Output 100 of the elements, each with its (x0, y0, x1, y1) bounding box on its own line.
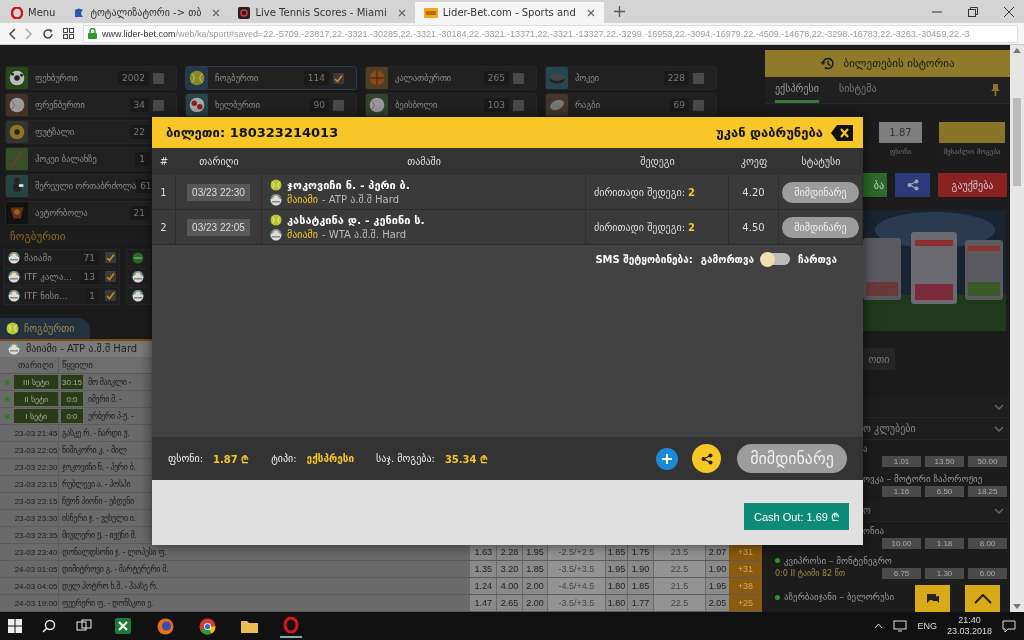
more-markets[interactable]: +31 (728, 561, 763, 577)
sport-tile[interactable]: ხელბურთი 90 (185, 93, 357, 117)
checkbox[interactable] (105, 252, 116, 264)
reload-icon[interactable] (42, 27, 54, 40)
stake-field[interactable]: 1.87 (879, 121, 922, 143)
match-name[interactable]: ოვკა – მოტორი ზაპოროჟიე (863, 473, 983, 484)
checkbox[interactable] (333, 72, 344, 84)
match-name[interactable]: ონია (863, 525, 884, 536)
sport-tile[interactable]: რაგბი 69 (545, 93, 717, 117)
odds-cell[interactable]: 2.00 (521, 578, 548, 594)
folder-icon[interactable] (240, 619, 258, 633)
odds-cell[interactable]: 1.85 (627, 578, 653, 594)
tournament-link[interactable]: მაიამი (287, 194, 318, 205)
odds-cell[interactable]: 1.35 (469, 561, 497, 577)
cash-out-button[interactable]: Cash Out: 1.69 ₾ (743, 503, 849, 530)
odds-cell[interactable]: 1.80 (604, 578, 628, 594)
opera-icon[interactable] (283, 617, 299, 633)
match-pair[interactable]: დელ პოტრო ხ.მ. - ჰაასე რ. (59, 578, 469, 594)
match-pair[interactable]: რუბლევი ა. - პოსპი (59, 476, 131, 492)
match-pair[interactable]: ჯოკოვიჩი ნ. - პერი ბ. (59, 459, 136, 475)
match-pair[interactable]: იმერი მ. - (85, 391, 122, 407)
checkbox[interactable] (693, 72, 704, 84)
back-button[interactable]: უკან დაბრუნება (716, 124, 853, 141)
firefox-icon[interactable] (156, 617, 174, 635)
tournament-filter[interactable] (126, 286, 150, 305)
cancel-button[interactable]: გაუქმება (938, 173, 1007, 198)
odds-button[interactable]: 1.16 (882, 485, 921, 497)
checkbox[interactable] (693, 99, 704, 111)
network-icon[interactable] (893, 620, 908, 632)
restore-icon[interactable] (968, 6, 978, 17)
status-button[interactable]: მიმდინარე (782, 216, 859, 238)
scroll-thumb[interactable] (1013, 98, 1021, 186)
tournament-filter[interactable]: ITF ნისი... 1 (3, 286, 120, 305)
close-icon[interactable] (1004, 6, 1014, 17)
checkbox[interactable] (153, 99, 164, 111)
sport-tile[interactable]: ფეხბურთი 2002 (5, 66, 177, 90)
odds-cell[interactable]: -3.5/+3.5 (547, 595, 605, 611)
close-icon[interactable] (586, 8, 595, 17)
odds-button[interactable]: 50.00 (968, 455, 1007, 467)
notification-icon[interactable] (1002, 619, 1016, 633)
match-pair[interactable]: გასკე რ. - ჩარდი ჟ. (59, 425, 130, 441)
place-bet-button[interactable]: ბა (863, 173, 887, 198)
match-pair[interactable]: დონალდსონი ჯ. - ლოპესი ფ. (59, 544, 469, 560)
checkbox[interactable] (513, 72, 524, 84)
odds-button[interactable]: 13.50 (925, 455, 964, 467)
odds-cell[interactable]: 1.47 (469, 595, 497, 611)
sport-tile[interactable]: ჰოკეი 228 (545, 66, 717, 90)
grid-icon[interactable] (63, 28, 74, 39)
match-name[interactable]: ა (863, 443, 868, 454)
status-button[interactable]: მიმდინარე (782, 181, 859, 203)
checkbox[interactable] (105, 271, 116, 283)
odds-cell[interactable]: -3.5/+3.5 (547, 561, 605, 577)
odds-cell[interactable]: 1.90 (705, 561, 729, 577)
match-pair[interactable]: ფეერერი ფ. - დონსკოი ე. (59, 595, 469, 611)
sport-tile[interactable]: ჩოგბურთი 114 (185, 66, 357, 90)
back-icon[interactable] (8, 27, 16, 40)
tournament-filter[interactable]: მაიამი 71 (3, 248, 120, 267)
odds-cell[interactable]: 2.05 (705, 595, 729, 611)
odds-cell[interactable]: 1.95 (604, 561, 628, 577)
clock[interactable]: 21:40 23.03.2018 (946, 615, 992, 637)
language-indicator[interactable]: ENG (917, 621, 937, 631)
odds-button[interactable]: 1.18 (925, 537, 964, 549)
odds-button[interactable]: 18.25 (968, 485, 1007, 497)
odds-button[interactable]: 1.01 (882, 455, 921, 467)
match-pair[interactable]: ისნერი ჯ. - ვესელი ი. (59, 510, 136, 526)
tab[interactable]: ექსპრესი (775, 77, 819, 103)
checkbox[interactable] (153, 72, 164, 84)
sport-tile[interactable]: კალათბურთი 265 (365, 66, 537, 90)
share-button[interactable] (895, 173, 930, 198)
odds-cell[interactable]: 4.00 (496, 578, 522, 594)
match-name[interactable]: კვიპროსი – მონტენეგრო (784, 555, 892, 566)
scroll-up-icon[interactable] (1013, 48, 1021, 53)
close-icon[interactable] (397, 8, 406, 17)
odds-cell[interactable]: 1.24 (469, 578, 497, 594)
match-pair[interactable]: ჩჟონ ჰიონი - ებდენი (59, 493, 134, 509)
match-name[interactable]: აზერბაიჯანი – ბელორუსი (784, 592, 895, 602)
checkbox[interactable] (513, 99, 524, 111)
browser-tab[interactable]: Lider-Bet.com - Sports and (414, 2, 604, 23)
status-button[interactable]: მიმდინარე (737, 444, 847, 473)
tab[interactable]: სისტემა (838, 77, 877, 103)
odds-button[interactable]: 1.30 (925, 567, 964, 579)
scrollbar[interactable] (1010, 45, 1024, 612)
spreadsheet-icon[interactable] (115, 618, 131, 634)
odds-cell[interactable]: 2.65 (496, 595, 522, 611)
sport-tab[interactable]: ჩოგბურთი (0, 317, 91, 339)
more-markets[interactable]: +38 (728, 578, 763, 594)
checkbox[interactable] (333, 99, 344, 111)
odds-button[interactable]: 6.00 (968, 567, 1007, 579)
odds-button[interactable]: 10.00 (882, 537, 921, 549)
tournament-filter[interactable]: ITF კალა... 13 (3, 267, 120, 286)
share-button[interactable] (692, 444, 721, 473)
odds-button[interactable]: 6.75 (882, 567, 921, 579)
odds-cell[interactable]: 2.00 (521, 595, 548, 611)
more-markets[interactable]: +25 (728, 595, 763, 611)
close-icon[interactable] (212, 8, 221, 17)
match-pair[interactable]: მო მაიკლი - (85, 374, 132, 390)
odds-cell[interactable]: 1.95 (705, 578, 729, 594)
odds-cell[interactable]: 1.77 (627, 595, 653, 611)
chrome-icon[interactable] (198, 617, 216, 635)
tournament-link[interactable]: მაიამი (287, 229, 318, 240)
